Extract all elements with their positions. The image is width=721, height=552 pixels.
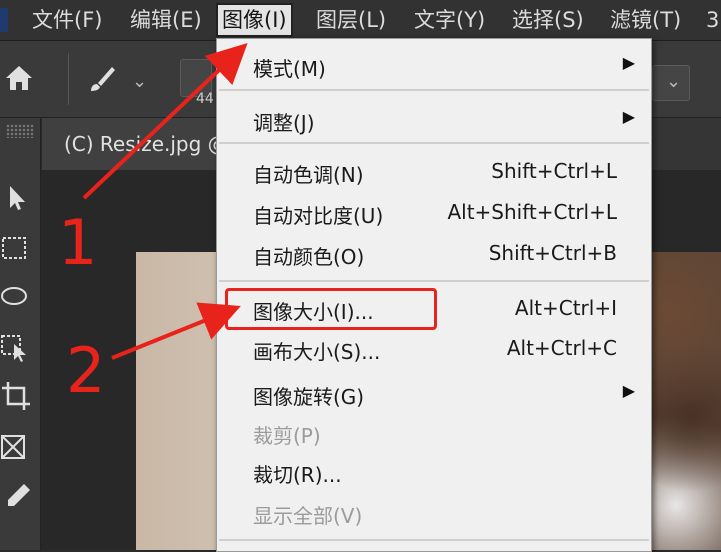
move-tool-icon[interactable]	[0, 180, 36, 216]
menu-item-label: 显示全部(V)	[253, 504, 363, 528]
menu-item-auto-tone[interactable]: 自动色调(N) Shift+Ctrl+L	[217, 153, 651, 189]
menu-item-trim[interactable]: 裁切(R)...	[217, 453, 651, 489]
brush-size-label: 44	[196, 91, 214, 107]
menu-item-shortcut: Alt+Shift+Ctrl+L	[447, 200, 617, 224]
chevron-down-icon[interactable]: ⌄	[132, 71, 147, 92]
highlight-annotation	[225, 288, 437, 330]
menu-item-label: 自动颜色(O)	[253, 245, 365, 269]
submenu-arrow-icon: ▶	[622, 107, 635, 126]
image-detail	[646, 252, 721, 550]
home-icon[interactable]	[4, 63, 34, 93]
menu-item-canvas-size[interactable]: 画布大小(S)... Alt+Ctrl+C	[217, 330, 651, 366]
menu-item-label: 调整(J)	[253, 111, 315, 135]
menu-item-label: 自动对比度(U)	[253, 204, 384, 228]
menu-item-auto-contrast[interactable]: 自动对比度(U) Alt+Shift+Ctrl+L	[217, 194, 651, 230]
app-logo	[0, 8, 8, 32]
menu-item-shortcut: Alt+Ctrl+C	[506, 336, 617, 360]
menu-type[interactable]: 文字(Y)	[410, 4, 489, 36]
menu-item-auto-color[interactable]: 自动颜色(O) Shift+Ctrl+B	[217, 235, 651, 271]
menu-image[interactable]: 图像(I)	[216, 3, 293, 37]
menu-item-shortcut: Alt+Ctrl+I	[514, 296, 617, 320]
menu-item-crop: 裁剪(P)	[217, 414, 651, 450]
menu-separator	[219, 89, 649, 91]
menu-item-label: 裁剪(P)	[253, 424, 321, 448]
lasso-tool-icon[interactable]	[0, 280, 36, 316]
submenu-arrow-icon: ▶	[622, 381, 635, 400]
menu-item-label: 裁切(R)...	[253, 463, 342, 487]
frame-tool-icon[interactable]	[0, 430, 36, 466]
menu-separator	[219, 280, 649, 282]
menu-filter[interactable]: 滤镜(T)	[606, 4, 685, 36]
submenu-arrow-icon: ▶	[622, 53, 635, 72]
menu-item-label: 模式(M)	[253, 57, 326, 81]
menu-layer[interactable]: 图层(L)	[312, 4, 390, 36]
menu-file[interactable]: 文件(F)	[28, 4, 106, 36]
menu-item-reveal-all: 显示全部(V)	[217, 494, 651, 530]
menu-item-label: 画布大小(S)...	[253, 340, 381, 364]
menu-edit[interactable]: 编辑(E)	[126, 4, 206, 36]
object-select-tool-icon[interactable]	[0, 330, 36, 366]
divider	[68, 53, 69, 105]
panel-grip[interactable]	[6, 124, 34, 138]
menu-item-adjustments[interactable]: 调整(J) ▶	[217, 101, 651, 137]
marquee-tool-icon[interactable]	[0, 230, 36, 266]
menu-item-shortcut: Shift+Ctrl+L	[491, 159, 617, 183]
menu-bar: 文件(F) 编辑(E) 图像(I) 图层(L) 文字(Y) 选择(S) 滤镜(T…	[0, 0, 721, 41]
menu-item-label: 图像旋转(G)	[253, 385, 365, 409]
menu-item-mode[interactable]: 模式(M) ▶	[217, 47, 651, 83]
menu-3d[interactable]: 3	[702, 4, 721, 36]
chevron-down-icon[interactable]: ⌄	[666, 71, 681, 92]
menu-separator	[219, 142, 649, 144]
menu-select[interactable]: 选择(S)	[508, 4, 588, 36]
tools-panel	[0, 118, 41, 550]
menu-separator	[219, 539, 649, 541]
brush-icon[interactable]	[86, 63, 118, 95]
menu-item-image-rotation[interactable]: 图像旋转(G) ▶	[217, 375, 651, 411]
eyedropper-tool-icon[interactable]	[0, 480, 36, 516]
menu-item-shortcut: Shift+Ctrl+B	[488, 241, 617, 265]
step-number-2: 2	[66, 334, 106, 407]
crop-tool-icon[interactable]	[0, 380, 36, 416]
menu-item-label: 自动色调(N)	[253, 163, 364, 187]
step-number-1: 1	[58, 206, 98, 279]
